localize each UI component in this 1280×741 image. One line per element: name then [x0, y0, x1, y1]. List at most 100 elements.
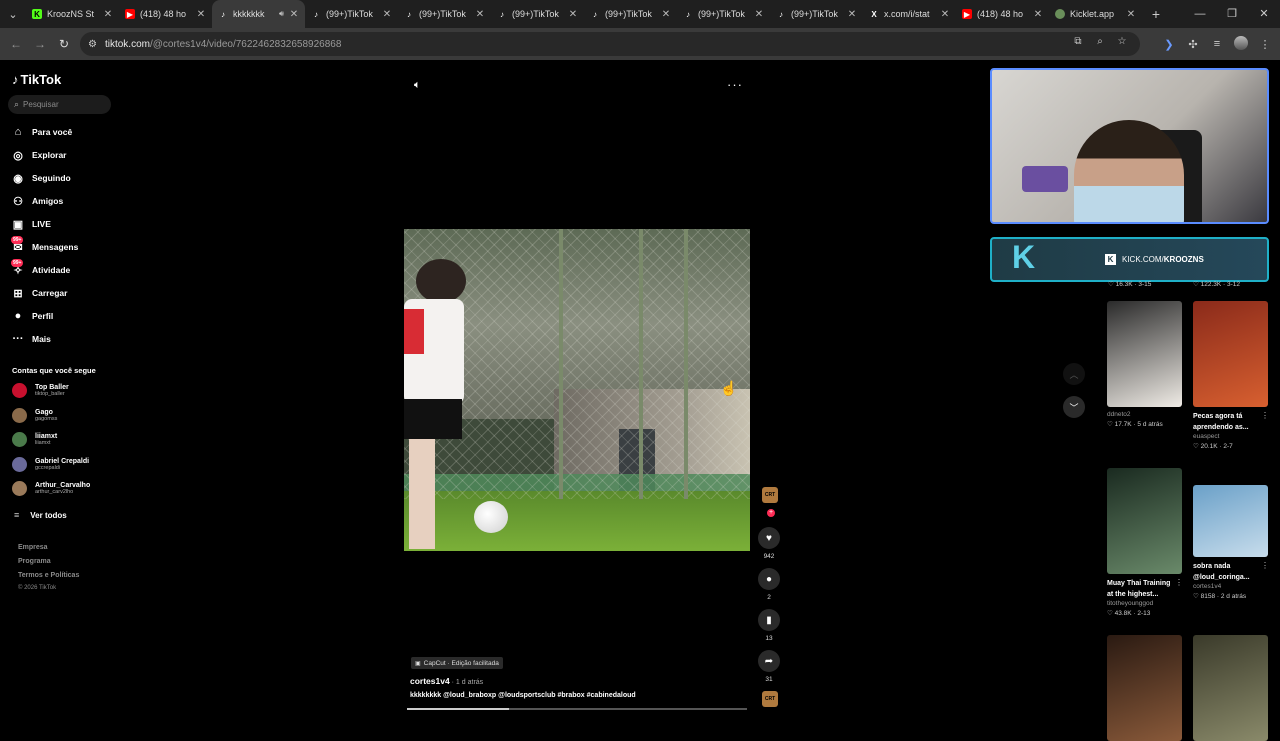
browser-tab[interactable]: Xx.com/i/stat ✕	[863, 0, 956, 28]
card-author[interactable]: cortes1v4	[1193, 583, 1221, 590]
site-info-icon[interactable]: ⚙	[88, 39, 97, 50]
install-app-icon[interactable]: ⧉	[1072, 36, 1084, 47]
browser-tab[interactable]: ♪ (99+)TikTok ✕	[491, 0, 584, 28]
profile-avatar[interactable]	[1234, 35, 1248, 53]
footer-link-company[interactable]: Empresa	[18, 544, 48, 551]
sound-avatar[interactable]: CRT	[762, 691, 778, 707]
tab-close-icon[interactable]: ✕	[382, 9, 392, 20]
tab-close-icon[interactable]: ✕	[568, 9, 578, 20]
following-account[interactable]: Gabriel Crepaldi gccrepaldi	[12, 456, 89, 472]
tab-close-icon[interactable]: ✕	[1126, 9, 1136, 20]
tab-close-icon[interactable]: ✕	[661, 9, 671, 20]
share-icon[interactable]: ➦	[758, 650, 780, 672]
footer-link-terms[interactable]: Termos e Políticas	[18, 572, 79, 579]
comment-action[interactable]: ● 2	[758, 568, 780, 601]
following-account[interactable]: Top Baller tiktop_baller	[12, 383, 69, 398]
sidebar-item-mensagens[interactable]: ✉ 99+ Mensagens	[11, 236, 78, 254]
tab-close-icon[interactable]: ✕	[475, 9, 485, 20]
author-avatar[interactable]: CRT	[762, 487, 778, 503]
capcut-badge[interactable]: ▣ CapCut · Edição facilitada	[411, 657, 503, 669]
sidebar-item-atividade[interactable]: ✧ 99+ Atividade	[11, 259, 70, 277]
heart-icon[interactable]: ♥	[758, 527, 780, 549]
more-options-icon[interactable]: ···	[727, 77, 743, 92]
bookmark-icon[interactable]: ▮	[758, 609, 780, 631]
browser-tab[interactable]: K KroozNS St ✕	[26, 0, 119, 28]
new-tab-button[interactable]: +	[1142, 6, 1170, 22]
tab-close-icon[interactable]: ✕	[103, 9, 113, 20]
tiktok-logo[interactable]: ♪ TikTok	[12, 72, 61, 87]
card-title[interactable]: sobra nada @loud_coringa...	[1193, 561, 1259, 583]
card-author[interactable]: euaspect	[1193, 433, 1219, 440]
browser-tab[interactable]: ♪ (99+)TikTok ✕	[305, 0, 398, 28]
sidebar-item-carregar[interactable]: ⊞ Carregar	[11, 286, 67, 300]
forward-button[interactable]: →	[28, 37, 52, 51]
next-video-button[interactable]: ﹀	[1063, 396, 1085, 418]
video-player[interactable]	[404, 229, 750, 551]
bookmark-star-icon[interactable]: ☆	[1116, 36, 1128, 47]
close-window-button[interactable]: ✕	[1248, 0, 1280, 28]
extension-icon[interactable]: ❯	[1162, 38, 1176, 51]
browser-tab[interactable]: ♪ (99+)TikTok ✕	[584, 0, 677, 28]
sidebar-item-perfil[interactable]: ● Perfil	[11, 309, 54, 323]
tab-close-icon[interactable]: ✕	[754, 9, 764, 20]
following-account[interactable]: Arthur_Carvalho arthur_carv2lho	[12, 481, 90, 496]
see-all-link[interactable]: ≡ Ver todos	[14, 510, 67, 520]
tab-audio-icon[interactable]: 🔊︎	[279, 9, 284, 19]
zoom-icon[interactable]: ⌕	[1094, 36, 1106, 47]
browser-tab[interactable]: ♪ (99+)TikTok ✕	[770, 0, 863, 28]
tab-close-icon[interactable]: ✕	[1033, 9, 1043, 20]
minimize-button[interactable]: —	[1184, 0, 1216, 28]
media-control-icon[interactable]: ≡	[1210, 38, 1224, 50]
tab-close-icon[interactable]: ✕	[847, 9, 857, 20]
browser-tab[interactable]: Kicklet.app ✕	[1049, 0, 1142, 28]
search-input[interactable]: ⌕ Pesquisar	[8, 95, 111, 114]
recommended-video-thumbnail[interactable]	[1107, 468, 1182, 574]
card-title[interactable]: Muay Thai Training at the highest...	[1107, 578, 1173, 600]
card-more-icon[interactable]: ⋮	[1261, 561, 1269, 570]
card-title[interactable]: Pecas agora tá aprendendo as...	[1193, 411, 1259, 433]
following-account[interactable]: Gago gagomss	[12, 407, 57, 423]
card-author[interactable]: ddneto2	[1107, 411, 1131, 418]
browser-tab[interactable]: ▶ (418) 48 ho ✕	[119, 0, 212, 28]
restore-button[interactable]: ❐	[1216, 0, 1248, 28]
card-author[interactable]: titotheyounggod	[1107, 600, 1153, 607]
sidebar-item-explorar[interactable]: ◎ Explorar	[11, 148, 66, 162]
recommended-video-thumbnail[interactable]	[1107, 635, 1182, 741]
sidebar-item-amigos[interactable]: ⚇ Amigos	[11, 194, 63, 208]
back-button[interactable]: ←	[4, 37, 28, 51]
address-bar[interactable]: ⚙ tiktok.com/@cortes1v4/video/7622462832…	[80, 32, 1140, 56]
browser-tab[interactable]: ▶ (418) 48 ho ✕	[956, 0, 1049, 28]
tab-close-icon[interactable]: ✕	[289, 9, 299, 20]
footer-link-program[interactable]: Programa	[18, 558, 51, 565]
browser-menu-icon[interactable]: ⋮	[1258, 38, 1272, 51]
previous-video-button[interactable]: ︿	[1063, 363, 1085, 385]
video-progress-bar[interactable]	[407, 708, 747, 710]
following-account[interactable]: liiamxt liiamxt	[12, 432, 57, 447]
recommended-video-thumbnail[interactable]	[1193, 635, 1268, 741]
recommended-video-thumbnail[interactable]	[1107, 301, 1182, 407]
video-author[interactable]: cortes1v4 · 1 d atrás	[410, 676, 483, 686]
tab-close-icon[interactable]: ✕	[196, 9, 206, 20]
sidebar-item-para-voc-[interactable]: ⌂ Para você	[11, 125, 73, 139]
browser-tab[interactable]: ♪ kkkkkkk 🔊︎ ✕	[212, 0, 305, 28]
follow-plus-button[interactable]: +	[767, 509, 775, 517]
tab-search-button[interactable]: ⌄	[0, 0, 26, 28]
comment-icon[interactable]: ●	[758, 568, 780, 590]
browser-tab[interactable]: ♪ (99+)TikTok ✕	[398, 0, 491, 28]
card-more-icon[interactable]: ⋮	[1261, 411, 1269, 420]
like-action[interactable]: ♥ 942	[758, 527, 780, 560]
browser-tab[interactable]: ♪ (99+)TikTok ✕	[677, 0, 770, 28]
share-action[interactable]: ➦ 31	[758, 650, 780, 683]
card-more-icon[interactable]: ⋮	[1175, 578, 1183, 587]
recommended-video-thumbnail[interactable]	[1193, 485, 1268, 557]
save-action[interactable]: ▮ 13	[758, 609, 780, 642]
reload-button[interactable]: ↻	[52, 37, 76, 51]
extensions-puzzle-icon[interactable]: ✣	[1186, 38, 1200, 51]
following-icon: ◉	[13, 172, 23, 185]
volume-icon[interactable]: 🔈︎	[414, 79, 421, 92]
sidebar-item-mais[interactable]: ··· Mais	[11, 332, 51, 346]
recommended-video-thumbnail[interactable]	[1193, 301, 1268, 407]
sidebar-item-seguindo[interactable]: ◉ Seguindo	[11, 171, 71, 185]
sidebar-item-live[interactable]: ▣ LIVE	[11, 217, 51, 231]
tab-close-icon[interactable]: ✕	[940, 9, 950, 20]
